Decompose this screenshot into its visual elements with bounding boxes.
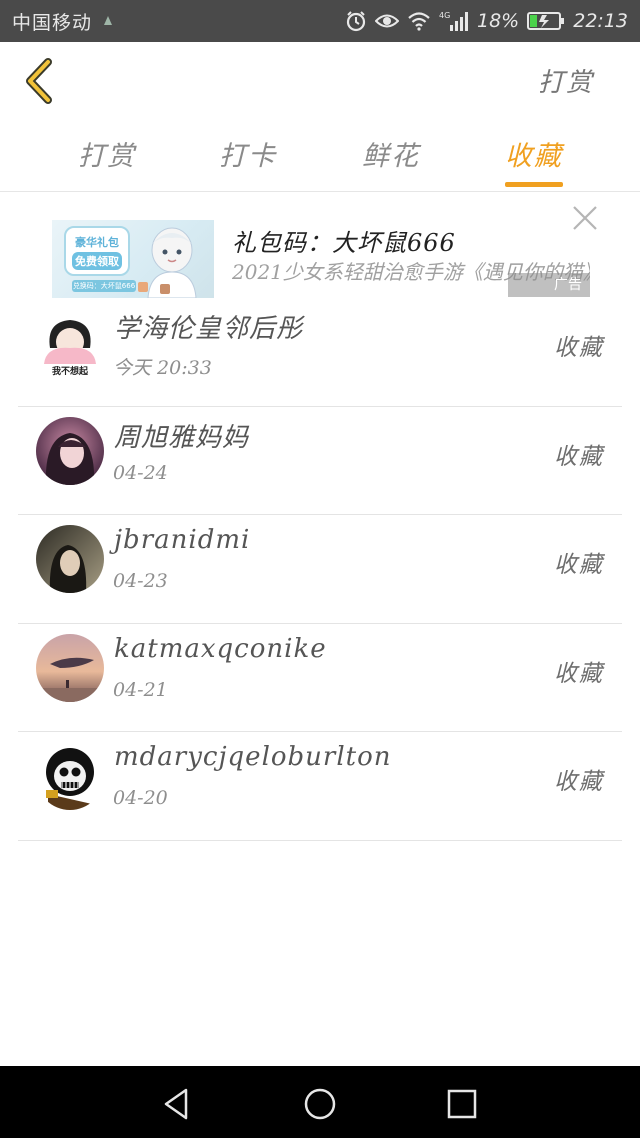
list-item[interactable]: 我不想起 学海伦皇邻后彤 今天 20:33 收藏: [0, 298, 640, 407]
wifi-icon: [408, 12, 430, 31]
status-icons: 4G 18% 22:13: [345, 6, 628, 36]
tab-label: 收藏: [505, 141, 563, 172]
ad-image: 豪华礼包 免费领取 兑换码：大坏鼠666: [52, 220, 214, 298]
list-item[interactable]: katmaxqconike 04-21 收藏: [0, 624, 640, 732]
user-name: jbranidmi: [114, 525, 251, 555]
ad-label: 广告: [508, 273, 590, 297]
alarm-icon: [346, 11, 366, 32]
ad-title: 礼包码：大坏鼠666: [232, 229, 456, 257]
timestamp: 04-24: [113, 461, 168, 484]
action-type-label: 收藏: [554, 660, 604, 687]
ad-character-illustration: [138, 227, 197, 298]
clock: 22:13: [573, 10, 628, 32]
tab-favorites[interactable]: 收藏: [479, 134, 589, 190]
avatar[interactable]: [36, 416, 104, 485]
ad-image-badge: 豪华礼包 免费领取: [64, 226, 130, 276]
back-button[interactable]: [18, 56, 66, 106]
user-name: katmaxqconike: [114, 633, 327, 664]
user-name: 学海伦皇邻后彤: [114, 314, 304, 344]
favorites-list: 我不想起 学海伦皇邻后彤 今天 20:33 收藏 周旭雅妈妈 04-24 收藏: [0, 298, 640, 841]
action-type-label: 收藏: [554, 552, 604, 578]
tab-bar: 打赏 打卡 鲜花 收藏: [0, 120, 640, 192]
divider: [18, 839, 622, 841]
nav-recents-icon[interactable]: [444, 1086, 480, 1122]
chevron-left-icon: [26, 58, 52, 104]
timestamp: 04-21: [113, 678, 168, 701]
ad-image-code: 兑换码：大坏鼠666: [72, 280, 136, 292]
avatar[interactable]: [36, 742, 104, 810]
close-icon[interactable]: [570, 203, 600, 233]
reward-action-button[interactable]: 打赏: [538, 62, 594, 99]
carrier-name: 中国移动: [12, 12, 93, 34]
user-name: mdarycjqeloburlton: [114, 742, 392, 772]
action-type-label: 收藏: [554, 335, 604, 361]
avatar[interactable]: [36, 633, 104, 702]
tab-label: 鲜花: [362, 141, 420, 172]
list-item[interactable]: 周旭雅妈妈 04-24 收藏: [0, 407, 640, 515]
action-type-label: 收藏: [554, 769, 604, 795]
svg-text:我不想起: 我不想起: [52, 365, 89, 376]
svg-text:4G: 4G: [439, 11, 450, 20]
avatar[interactable]: 我不想起: [36, 308, 104, 376]
top-app-bar: 打赏: [0, 42, 640, 120]
cellular-signal-icon: 4G: [439, 11, 468, 31]
tab-checkin[interactable]: 打卡: [193, 134, 303, 190]
action-type-label: 收藏: [554, 443, 604, 470]
avatar[interactable]: [36, 525, 104, 593]
tab-flowers[interactable]: 鲜花: [336, 134, 446, 190]
nav-home-icon[interactable]: [302, 1086, 338, 1122]
tab-label: 打赏: [78, 141, 136, 172]
timestamp: 04-20: [113, 787, 168, 809]
user-name: 周旭雅妈妈: [114, 422, 250, 453]
sim-notification-icon: [104, 16, 112, 25]
timestamp: 今天 20:33: [113, 357, 212, 379]
tab-label: 打卡: [219, 141, 277, 172]
list-item[interactable]: mdarycjqeloburlton 04-20 收藏: [0, 732, 640, 841]
ad-banner[interactable]: 豪华礼包 免费领取 兑换码：大坏鼠666 礼包码：大坏鼠666 2021少女系轻…: [0, 193, 640, 298]
tab-reward[interactable]: 打赏: [52, 134, 162, 190]
list-item[interactable]: jbranidmi 04-23 收藏: [0, 515, 640, 624]
timestamp: 04-23: [113, 570, 168, 592]
system-navigation-bar: [0, 1066, 640, 1138]
battery-charging-icon: [527, 12, 565, 30]
eye-comfort-icon: [375, 14, 399, 28]
status-bar: 中国移动 4G 18% 22:13: [0, 0, 640, 42]
battery-percent: 18%: [477, 10, 520, 32]
active-tab-indicator: [505, 182, 563, 187]
nav-back-icon[interactable]: [160, 1086, 196, 1122]
